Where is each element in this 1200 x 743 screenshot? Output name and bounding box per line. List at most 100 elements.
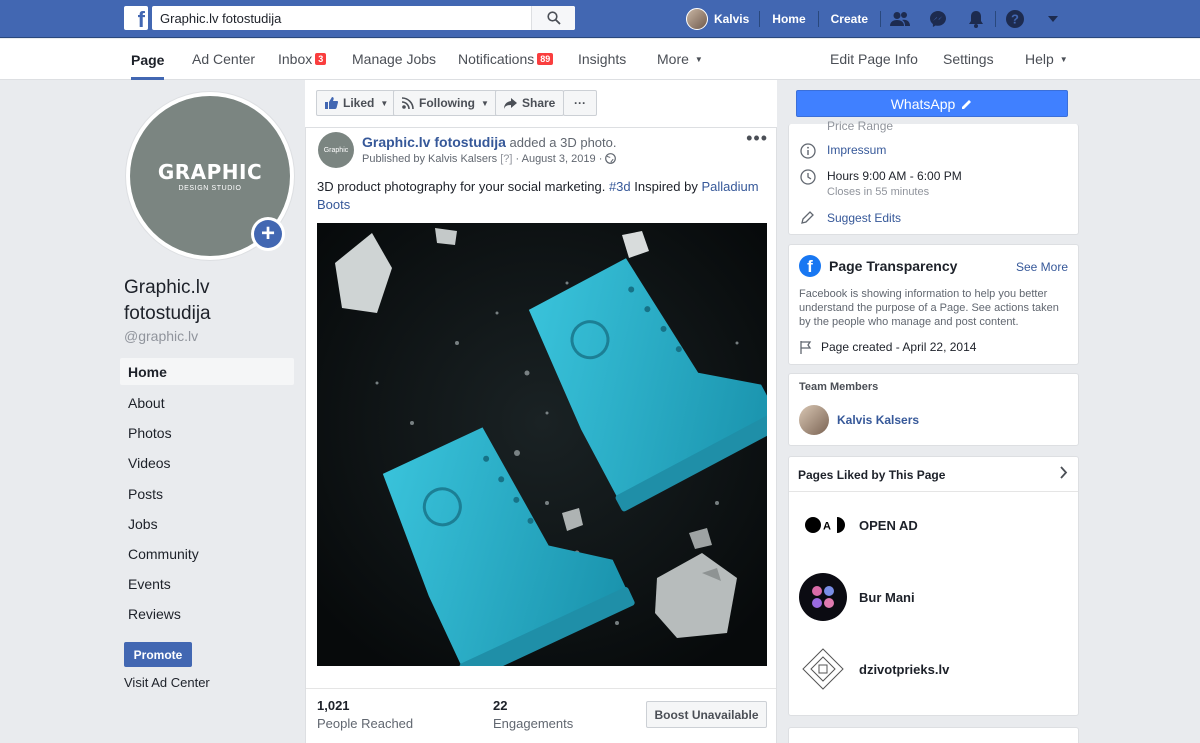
chevron-down-icon: ▼	[380, 98, 389, 108]
see-more-link[interactable]: See More	[1016, 260, 1068, 274]
promote-button[interactable]: Promote	[124, 642, 192, 667]
top-navigation-bar: f Graphic.lv fotostudija Kalvis Home Cre…	[0, 0, 1200, 38]
closing-status: Closes in 55 minutes	[827, 186, 930, 198]
open-ad-logo: A	[799, 501, 847, 549]
suggest-edits-row[interactable]: Suggest Edits	[799, 211, 901, 225]
post-date[interactable]: August 3, 2019	[522, 153, 596, 165]
tab-label: Ad Center	[192, 51, 256, 67]
published-by[interactable]: Published by Kalvis Kalsers	[362, 153, 497, 165]
nav-item-home[interactable]: Home	[120, 358, 294, 385]
info-icon	[799, 143, 817, 159]
chevron-down-icon: ▼	[481, 98, 489, 108]
tab-label: Manage Jobs	[352, 51, 437, 67]
nav-item-photos[interactable]: Photos	[120, 418, 294, 448]
pages-liked-header[interactable]: Pages Liked by This Page	[789, 457, 1078, 492]
logo-text: GRAPHIC	[157, 160, 263, 184]
notifications-bell-icon[interactable]	[957, 0, 995, 38]
more-options-button[interactable]: ···	[563, 90, 597, 116]
liked-page-open-ad[interactable]: A OPEN AD	[799, 501, 918, 549]
rss-icon	[402, 97, 414, 109]
notifications-count-badge: 89	[537, 53, 554, 65]
nav-item-videos[interactable]: Videos	[120, 448, 294, 478]
search-icon[interactable]	[531, 6, 575, 30]
visit-ad-center-link[interactable]: Visit Ad Center	[124, 675, 210, 690]
hashtag-link[interactable]: #3d	[609, 179, 631, 194]
share-button[interactable]: Share	[495, 90, 565, 116]
tab-ad-center[interactable]: Ad Center	[192, 39, 255, 79]
post-author-avatar[interactable]: Graphic	[318, 132, 354, 168]
chevron-right-icon[interactable]	[1060, 466, 1068, 482]
inbox-count-badge: 3	[315, 53, 327, 65]
boost-button[interactable]: Boost Unavailable	[646, 701, 767, 728]
dzivotprieks-logo	[799, 645, 847, 693]
search-input[interactable]: Graphic.lv fotostudija	[152, 11, 531, 26]
nav-item-about[interactable]: About	[120, 388, 294, 418]
suggest-edits-link[interactable]: Suggest Edits	[827, 211, 901, 225]
post-meta: Published by Kalvis Kalsers [?] · August…	[362, 153, 617, 167]
liked-page-name[interactable]: dzivotprieks.lv	[859, 662, 949, 677]
liked-page-dzivotprieks[interactable]: dzivotprieks.lv	[799, 645, 949, 693]
page-title[interactable]: Graphic.lv fotostudija	[124, 275, 294, 327]
button-label: WhatsApp	[890, 95, 956, 112]
create-link[interactable]: Create	[819, 0, 880, 38]
thumbs-up-icon	[325, 97, 338, 109]
edit-page-info-link[interactable]: Edit Page Info	[830, 39, 918, 79]
tab-label: Inbox	[278, 51, 313, 67]
price-range-row: Price Range	[799, 119, 893, 133]
nav-item-community[interactable]: Community	[120, 539, 294, 569]
bur-mani-logo	[799, 573, 847, 621]
share-arrow-icon	[504, 97, 517, 109]
post-options-icon[interactable]: •••	[746, 128, 768, 149]
tab-notifications[interactable]: Notifications 89	[458, 39, 554, 79]
home-link[interactable]: Home	[760, 0, 817, 38]
hours-text: Hours 9:00 AM - 6:00 PM Closes in 55 min…	[827, 169, 962, 198]
chevron-down-icon: ▼	[694, 54, 703, 64]
search-box[interactable]: Graphic.lv fotostudija	[152, 6, 575, 30]
tab-manage-jobs[interactable]: Manage Jobs	[352, 39, 436, 79]
nav-item-posts[interactable]: Posts	[120, 479, 294, 509]
team-member-item[interactable]: Kalvis Kalsers	[799, 405, 919, 435]
liked-page-name[interactable]: Bur Mani	[859, 590, 915, 605]
settings-link[interactable]: Settings	[943, 39, 994, 79]
next-card-partial	[788, 727, 1079, 743]
page-action-bar: Liked ▼ Following ▼ Share ···	[305, 80, 777, 128]
help-menu[interactable]: Help ▼	[1025, 39, 1068, 79]
chevron-down-icon: ▼	[1059, 54, 1068, 64]
tab-inbox[interactable]: Inbox 3	[278, 39, 327, 79]
following-button[interactable]: Following ▼	[393, 90, 498, 116]
tab-label: Page	[131, 51, 165, 68]
post-3d-photo[interactable]	[317, 223, 767, 666]
help-icon[interactable]: ?	[996, 0, 1034, 38]
liked-page-bur-mani[interactable]: Bur Mani	[799, 573, 915, 621]
post-author-link[interactable]: Graphic.lv fotostudija	[362, 134, 506, 150]
tab-page[interactable]: Page	[131, 39, 165, 80]
tab-insights[interactable]: Insights	[578, 39, 626, 79]
impressum-row[interactable]: Impressum	[799, 143, 886, 159]
price-range-label: Price Range	[827, 119, 894, 133]
tab-more[interactable]: More ▼	[657, 39, 703, 79]
profile-link[interactable]: Kalvis	[676, 0, 759, 38]
nav-item-reviews[interactable]: Reviews	[120, 599, 294, 629]
globe-icon[interactable]	[605, 153, 617, 167]
liked-button[interactable]: Liked ▼	[316, 90, 398, 116]
liked-page-name[interactable]: OPEN AD	[859, 518, 918, 533]
messenger-icon[interactable]	[919, 0, 957, 38]
page-created-text: Page created - April 22, 2014	[821, 340, 977, 354]
friends-icon[interactable]	[881, 0, 919, 38]
add-profile-photo-button[interactable]: +	[251, 217, 285, 251]
post-body-text: Inspired by	[630, 179, 702, 194]
post-body-text: 3D product photography for your social m…	[317, 179, 609, 194]
pages-liked-card: Pages Liked by This Page A OPEN AD Bur M…	[788, 456, 1079, 716]
account-menu-chevron-down-icon[interactable]	[1034, 0, 1072, 38]
impressum-link[interactable]: Impressum	[827, 143, 886, 157]
facebook-logo-icon[interactable]: f	[124, 6, 148, 30]
page-username[interactable]: @graphic.lv	[124, 328, 198, 344]
nav-item-events[interactable]: Events	[120, 569, 294, 599]
help-mark[interactable]: [?]	[500, 153, 512, 165]
team-member-name[interactable]: Kalvis Kalsers	[837, 413, 919, 427]
pencil-icon	[961, 98, 973, 110]
whatsapp-button[interactable]: WhatsApp	[796, 90, 1068, 117]
hours-value: Hours 9:00 AM - 6:00 PM	[827, 169, 962, 183]
nav-item-jobs[interactable]: Jobs	[120, 509, 294, 539]
boots-photo-illustration	[317, 223, 767, 666]
